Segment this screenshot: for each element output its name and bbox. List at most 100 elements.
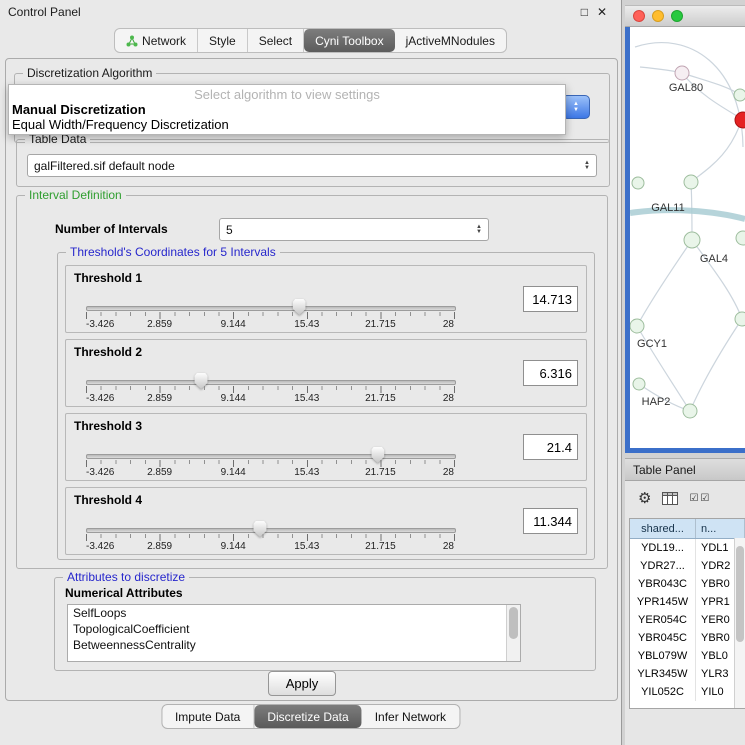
algorithm-dropdown-placeholder: Select algorithm to view settings <box>9 87 565 102</box>
window-title: Control Panel <box>8 5 81 19</box>
table-row[interactable]: YDR27... YDR2 <box>630 557 745 575</box>
threshold-2-label: Threshold 2 <box>74 345 142 359</box>
table-panel-toolbar: ⚙ ☑ ☑ <box>625 481 745 515</box>
gear-icon[interactable]: ⚙ <box>638 489 651 507</box>
network-node[interactable] <box>734 89 745 101</box>
threshold-3-slider[interactable] <box>86 454 456 459</box>
zoom-button[interactable] <box>671 10 683 22</box>
network-node[interactable] <box>683 404 697 418</box>
network-window-titlebar <box>625 5 745 27</box>
number-of-intervals-value: 5 <box>226 223 233 237</box>
control-panel-titlebar: Control Panel □ ✕ <box>0 0 621 24</box>
threshold-3-value-field[interactable]: 21.4 <box>523 434 578 460</box>
tab-jactivemodules[interactable]: jActiveMNodules <box>395 29 506 52</box>
bottom-tabbar: Impute Data Discretize Data Infer Networ… <box>161 704 460 729</box>
dropdown-option-manual-discretization[interactable]: Manual Discretization <box>9 102 565 117</box>
columns-icon[interactable] <box>662 492 678 505</box>
table-header-row: shared... n... <box>630 519 745 539</box>
threshold-4-box: Threshold 4 -3.426 2.859 9.144 15.43 21.… <box>65 487 587 555</box>
combobox-stepper-icon: ▲▼ <box>470 225 482 235</box>
network-node-selected[interactable] <box>735 112 745 128</box>
table-data-group: Table Data galFiltered.sif default node … <box>16 139 610 187</box>
algorithm-dropdown-popup: Select algorithm to view settings Manual… <box>8 84 566 135</box>
apply-button[interactable]: Apply <box>268 671 336 696</box>
table-panel: Table Panel ⚙ ☑ ☑ shared... n... YDL19..… <box>625 458 745 745</box>
tab-network[interactable]: Network <box>115 29 198 52</box>
tab-discretize-data[interactable]: Discretize Data <box>254 705 361 728</box>
network-node[interactable] <box>675 66 689 80</box>
threshold-3-box: Threshold 3 -3.426 2.859 9.144 15.43 21.… <box>65 413 587 481</box>
tab-impute-data[interactable]: Impute Data <box>162 705 254 728</box>
slider-scale: -3.426 2.859 9.144 15.43 21.715 28 <box>86 541 454 552</box>
network-node[interactable] <box>684 232 700 248</box>
attributes-group: Attributes to discretize Numerical Attri… <box>54 577 596 671</box>
threshold-2-value-field[interactable]: 6.316 <box>523 360 578 386</box>
close-button[interactable] <box>633 10 645 22</box>
slider-scale: -3.426 2.859 9.144 15.43 21.715 28 <box>86 467 454 478</box>
tab-style[interactable]: Style <box>198 29 248 52</box>
threshold-4-slider[interactable] <box>86 528 456 533</box>
table-row[interactable]: YER054C YER0 <box>630 611 745 629</box>
network-node[interactable] <box>684 175 698 189</box>
table-row[interactable]: YBR045C YBR0 <box>630 629 745 647</box>
network-node[interactable] <box>633 378 645 390</box>
checkbox-icon[interactable]: ☑ <box>700 493 709 504</box>
scrollbar-thumb[interactable] <box>509 607 518 639</box>
cyni-toolbox-panel: Discretization Algorithm ▲ ▼ Table Data … <box>5 58 618 701</box>
number-of-intervals-combobox[interactable]: 5 ▲▼ <box>219 218 489 241</box>
close-window-icon[interactable]: ✕ <box>597 5 607 19</box>
table-row[interactable]: YIL052C YIL0 <box>630 683 745 701</box>
node-label: GAL11 <box>651 202 684 214</box>
table-row[interactable]: YPR145W YPR1 <box>630 593 745 611</box>
network-node[interactable] <box>736 231 745 245</box>
slider-major-ticks <box>86 386 455 393</box>
network-node[interactable] <box>632 177 644 189</box>
node-label: GAL4 <box>700 253 728 265</box>
list-item[interactable]: SelfLoops <box>68 605 520 621</box>
table-data-combobox[interactable]: galFiltered.sif default node ▲▼ <box>27 154 597 177</box>
table-scrollbar[interactable] <box>734 538 745 708</box>
threshold-2-slider[interactable] <box>86 380 456 385</box>
network-edge-highlighted[interactable] <box>630 210 745 219</box>
minimize-button[interactable] <box>652 10 664 22</box>
node-label: GCY1 <box>637 338 667 350</box>
table-row[interactable]: YDL19... YDL1 <box>630 539 745 557</box>
table-row[interactable]: YLR345W YLR3 <box>630 665 745 683</box>
column-header-name[interactable]: n... <box>696 519 745 538</box>
checkbox-icon[interactable]: ☑ <box>689 493 698 504</box>
threshold-4-label: Threshold 4 <box>74 493 142 507</box>
threshold-4-value-field[interactable]: 11.344 <box>523 508 578 534</box>
list-item[interactable]: TopologicalCoefficient <box>68 621 520 637</box>
slider-major-ticks <box>86 460 455 467</box>
threshold-1-slider[interactable] <box>86 306 456 311</box>
scrollbar-thumb[interactable] <box>736 546 744 642</box>
attributes-list-scrollbar[interactable] <box>506 605 520 661</box>
network-node[interactable] <box>735 312 745 326</box>
node-label: HAP2 <box>642 396 671 408</box>
tab-infer-network[interactable]: Infer Network <box>362 705 459 728</box>
network-edges[interactable] <box>635 43 743 411</box>
network-node[interactable] <box>630 319 644 333</box>
tab-select[interactable]: Select <box>248 29 304 52</box>
thresholds-group: Threshold's Coordinates for 5 Intervals … <box>57 252 595 560</box>
table-row[interactable]: YBR043C YBR0 <box>630 575 745 593</box>
algorithm-combobox-stepper[interactable]: ▲ ▼ <box>562 95 590 119</box>
control-panel-window: Control Panel □ ✕ Network Style Select C… <box>0 0 622 745</box>
threshold-2-box: Threshold 2 -3.426 2.859 9.144 15.43 21.… <box>65 339 587 407</box>
node-table: shared... n... YDL19... YDL1 YDR27... YD… <box>629 518 745 709</box>
dropdown-option-equal-width[interactable]: Equal Width/Frequency Discretization <box>9 117 565 132</box>
network-canvas[interactable]: GAL80 GAL11 GAL4 GCY1 HAP2 <box>625 27 745 453</box>
list-item[interactable]: BetweennessCentrality <box>68 637 520 653</box>
network-tab-icon <box>126 35 138 47</box>
column-header-shared-name[interactable]: shared... <box>630 519 696 538</box>
threshold-3-label: Threshold 3 <box>74 419 142 433</box>
threshold-1-value-field[interactable]: 14.713 <box>523 286 578 312</box>
combobox-stepper-icon: ▲▼ <box>578 161 590 171</box>
table-row[interactable]: YBL079W YBL0 <box>630 647 745 665</box>
tab-cyni-toolbox[interactable]: Cyni Toolbox <box>304 29 394 52</box>
slider-scale: -3.426 2.859 9.144 15.43 21.715 28 <box>86 319 454 330</box>
threshold-1-label: Threshold 1 <box>74 271 142 285</box>
attributes-group-title: Attributes to discretize <box>63 570 189 584</box>
table-panel-title: Table Panel <box>633 463 696 477</box>
float-window-icon[interactable]: □ <box>581 5 588 19</box>
